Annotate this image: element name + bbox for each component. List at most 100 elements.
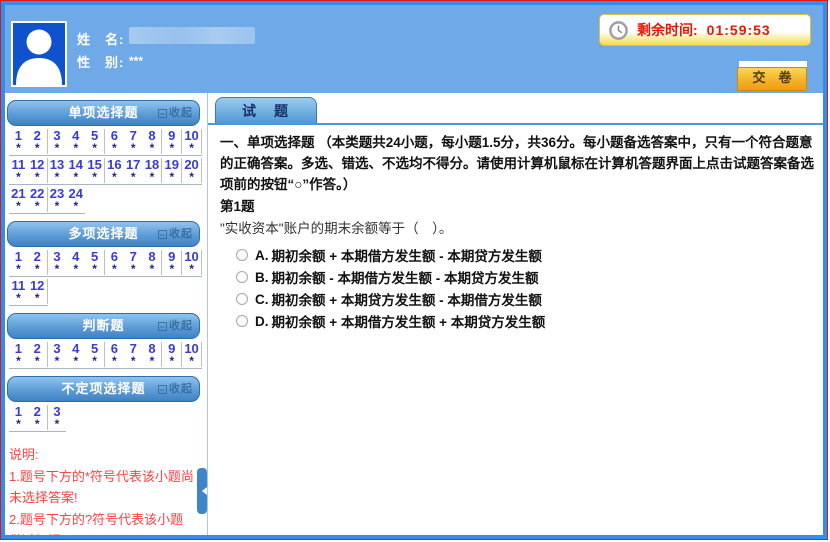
question-nav-item[interactable]: 10*	[182, 250, 202, 275]
question-nav-item[interactable]: 10*	[182, 129, 202, 154]
question-nav-item[interactable]: 5*	[85, 129, 105, 154]
unanswered-marker: *	[112, 264, 117, 275]
unanswered-marker: *	[189, 143, 194, 154]
section-multi-choice: 多项选择题 − 收起 1*2*3*4*5*6*7*8*9*10*11*12*	[7, 221, 200, 306]
timer-panel: 剩余时间: 01:59:53	[599, 14, 811, 46]
question-nav-item[interactable]: 2*	[28, 250, 48, 275]
option-label: D.	[255, 314, 269, 329]
question-nav-item[interactable]: 8*	[143, 129, 163, 154]
question-nav-item[interactable]: 4*	[66, 250, 85, 275]
question-nav-item[interactable]: 2*	[28, 129, 48, 154]
question-nav-row: 1*2*3*4*5*6*7*8*9*10*	[9, 129, 202, 156]
question-nav-item[interactable]: 11*	[9, 279, 28, 304]
question-nav-item[interactable]: 1*	[9, 129, 28, 154]
question-nav-item[interactable]: 2*	[28, 342, 48, 367]
question-nav-item[interactable]: 7*	[124, 129, 143, 154]
question-nav-item[interactable]: 8*	[143, 250, 163, 275]
question-nav-item[interactable]: 15*	[85, 158, 105, 183]
question-nav-row: 1*2*3*4*5*6*7*8*9*10*	[9, 250, 202, 277]
question-nav-item[interactable]: 9*	[162, 129, 182, 154]
question-nav-item[interactable]: 8*	[143, 342, 163, 367]
option-row-d[interactable]: D. 期初余额 + 本期借方发生额 + 本期贷方发生额	[220, 310, 815, 332]
unanswered-marker: *	[35, 201, 40, 212]
question-nav-item[interactable]: 17*	[124, 158, 143, 183]
unanswered-marker: *	[189, 172, 194, 183]
question-nav-item[interactable]: 9*	[162, 342, 182, 367]
question-panel: 试 题 一、单项选择题 （本类题共24小题，每小题1.5分，共36分。每小题备选…	[207, 93, 823, 535]
unanswered-marker: *	[73, 356, 78, 367]
option-row-a[interactable]: A. 期初余额 + 本期借方发生额 - 本期贷方发生额	[220, 244, 815, 266]
collapse-link[interactable]: − 收起	[158, 226, 193, 242]
name-value-redacted	[129, 27, 255, 44]
unanswered-marker: *	[92, 172, 97, 183]
option-radio[interactable]	[236, 271, 248, 283]
collapse-link[interactable]: − 收起	[158, 318, 193, 334]
option-radio[interactable]	[236, 315, 248, 327]
student-photo	[11, 21, 67, 87]
question-content: 一、单项选择题 （本类题共24小题，每小题1.5分，共36分。每小题备选答案中，…	[208, 125, 823, 535]
collapse-link[interactable]: − 收起	[158, 105, 193, 121]
question-nav-item[interactable]: 6*	[105, 129, 124, 154]
question-nav-item[interactable]: 1*	[9, 250, 28, 275]
unanswered-marker: *	[35, 419, 40, 430]
question-nav-item[interactable]: 3*	[48, 405, 67, 430]
sidebar-notes: 说明: 1.题号下方的*符号代表该小题尚未选择答案! 2.题号下方的?符号代表该…	[9, 444, 195, 535]
question-nav-item[interactable]: 12*	[28, 158, 48, 183]
question-nav-item[interactable]: 5*	[85, 342, 105, 367]
exam-page: 姓 名: 性 别: *** 剩余时间: 01:59:53 交 卷 单项选择题	[0, 0, 828, 540]
question-nav-item[interactable]: 11*	[9, 158, 28, 183]
question-nav-item[interactable]: 6*	[105, 250, 124, 275]
timer-label: 剩余时间:	[637, 20, 698, 40]
question-nav-item[interactable]: 1*	[9, 405, 28, 430]
question-nav-item[interactable]: 3*	[48, 250, 67, 275]
unanswered-marker: *	[150, 172, 155, 183]
section-header-indefinite-choice: 不定项选择题 − 收起	[7, 376, 200, 402]
option-radio[interactable]	[236, 249, 248, 261]
option-row-c[interactable]: C. 期初余额 + 本期贷方发生额 - 本期借方发生额	[220, 288, 815, 310]
question-nav-item[interactable]: 12*	[28, 279, 48, 304]
section-title: 单项选择题	[68, 105, 138, 120]
question-grid: 1*2*3*4*5*6*7*8*9*10*	[9, 342, 200, 369]
option-label: C.	[255, 292, 269, 307]
collapse-icon: −	[158, 109, 167, 118]
panel-collapse-handle[interactable]	[197, 468, 207, 514]
question-nav-item[interactable]: 3*	[48, 342, 67, 367]
question-nav-item[interactable]: 9*	[162, 250, 182, 275]
question-nav-item[interactable]: 4*	[66, 342, 85, 367]
collapse-link[interactable]: − 收起	[158, 381, 193, 397]
unanswered-marker: *	[35, 172, 40, 183]
question-nav-item[interactable]: 22*	[28, 187, 48, 212]
question-nav-item[interactable]: 23*	[48, 187, 67, 212]
question-nav-item[interactable]: 13*	[48, 158, 67, 183]
question-nav-item[interactable]: 21*	[9, 187, 28, 212]
submit-button[interactable]: 交 卷	[737, 67, 807, 91]
question-nav-item[interactable]: 7*	[124, 342, 143, 367]
tab-exam-questions[interactable]: 试 题	[215, 97, 317, 124]
unanswered-marker: *	[131, 356, 136, 367]
unanswered-marker: *	[55, 143, 60, 154]
question-nav-item[interactable]: 10*	[182, 342, 202, 367]
unanswered-marker: *	[73, 264, 78, 275]
question-nav-item[interactable]: 14*	[66, 158, 85, 183]
unanswered-marker: *	[16, 293, 21, 304]
question-nav-item[interactable]: 7*	[124, 250, 143, 275]
question-nav-item[interactable]: 19*	[162, 158, 182, 183]
question-nav-item[interactable]: 2*	[28, 405, 48, 430]
person-icon	[13, 23, 65, 85]
question-nav-item[interactable]: 20*	[182, 158, 202, 183]
gender-label: 性 别:	[77, 52, 124, 71]
question-nav-item[interactable]: 18*	[143, 158, 163, 183]
question-nav-item[interactable]: 5*	[85, 250, 105, 275]
question-nav-item[interactable]: 6*	[105, 342, 124, 367]
section-single-choice: 单项选择题 − 收起 1*2*3*4*5*6*7*8*9*10* 11*12*13…	[7, 100, 200, 214]
unanswered-marker: *	[189, 264, 194, 275]
question-nav-item[interactable]: 3*	[48, 129, 67, 154]
question-nav-item[interactable]: 4*	[66, 129, 85, 154]
option-row-b[interactable]: B. 期初余额 - 本期借方发生额 - 本期贷方发生额	[220, 266, 815, 288]
question-nav-item[interactable]: 24*	[66, 187, 85, 212]
unanswered-marker: *	[131, 143, 136, 154]
collapse-icon: −	[158, 230, 167, 239]
question-nav-item[interactable]: 1*	[9, 342, 28, 367]
question-nav-item[interactable]: 16*	[105, 158, 124, 183]
option-radio[interactable]	[236, 293, 248, 305]
